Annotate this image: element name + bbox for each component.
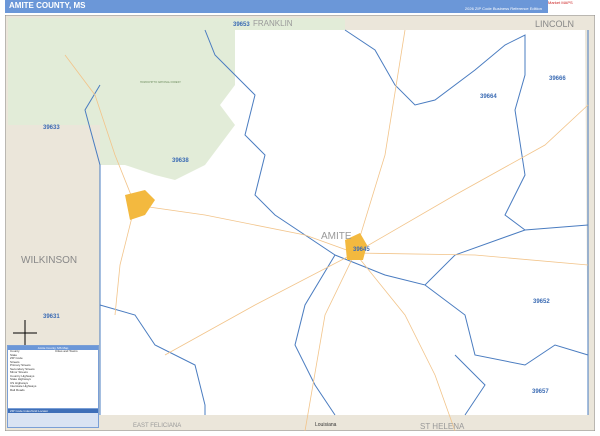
zip-39652: 39652: [533, 299, 550, 305]
zip-39664: 39664: [480, 94, 497, 100]
neighbor-st-helena: ST HELENA: [420, 422, 465, 431]
zip-39666: 39666: [549, 76, 566, 82]
legend: Amite County, MS Map County State ZIP Co…: [7, 345, 99, 409]
zip-index-title: ZIP Code Index/Grid Locator: [8, 409, 98, 413]
zip-39645: 39645: [353, 247, 370, 253]
zip-39638: 39638: [172, 158, 189, 164]
forest-label: HOMOCHITTO NATIONAL FOREST: [140, 81, 181, 84]
map-title: AMITE COUNTY, MS: [9, 1, 86, 10]
logo: Market MAPS: [548, 0, 596, 13]
state-label: Louisiana: [315, 422, 337, 428]
zip-39653: 39653: [233, 22, 250, 28]
logo-text: Market MAPS: [548, 0, 573, 5]
neighbor-franklin: FRANKLIN: [253, 19, 293, 28]
neighbor-lincoln: LINCOLN: [535, 19, 574, 29]
zip-39633: 39633: [43, 125, 60, 131]
zip-39631: 39631: [43, 314, 60, 320]
header-bar: AMITE COUNTY, MS 2026 ZIP Code Business …: [5, 0, 548, 13]
zip-index: ZIP Code Index/Grid Locator: [7, 408, 99, 428]
legend-pop-title: Cities and Towns: [55, 349, 78, 353]
neighbor-east-feliciana: EAST FELICIANA: [133, 423, 181, 429]
legend-item: Rail Roads: [10, 387, 25, 392]
edition-label: 2026 ZIP Code Business Reference Edition: [464, 6, 542, 11]
city-amite: AMITE: [321, 231, 352, 242]
zip-39657: 39657: [532, 389, 549, 395]
neighbor-wilkinson: WILKINSON: [21, 255, 77, 266]
